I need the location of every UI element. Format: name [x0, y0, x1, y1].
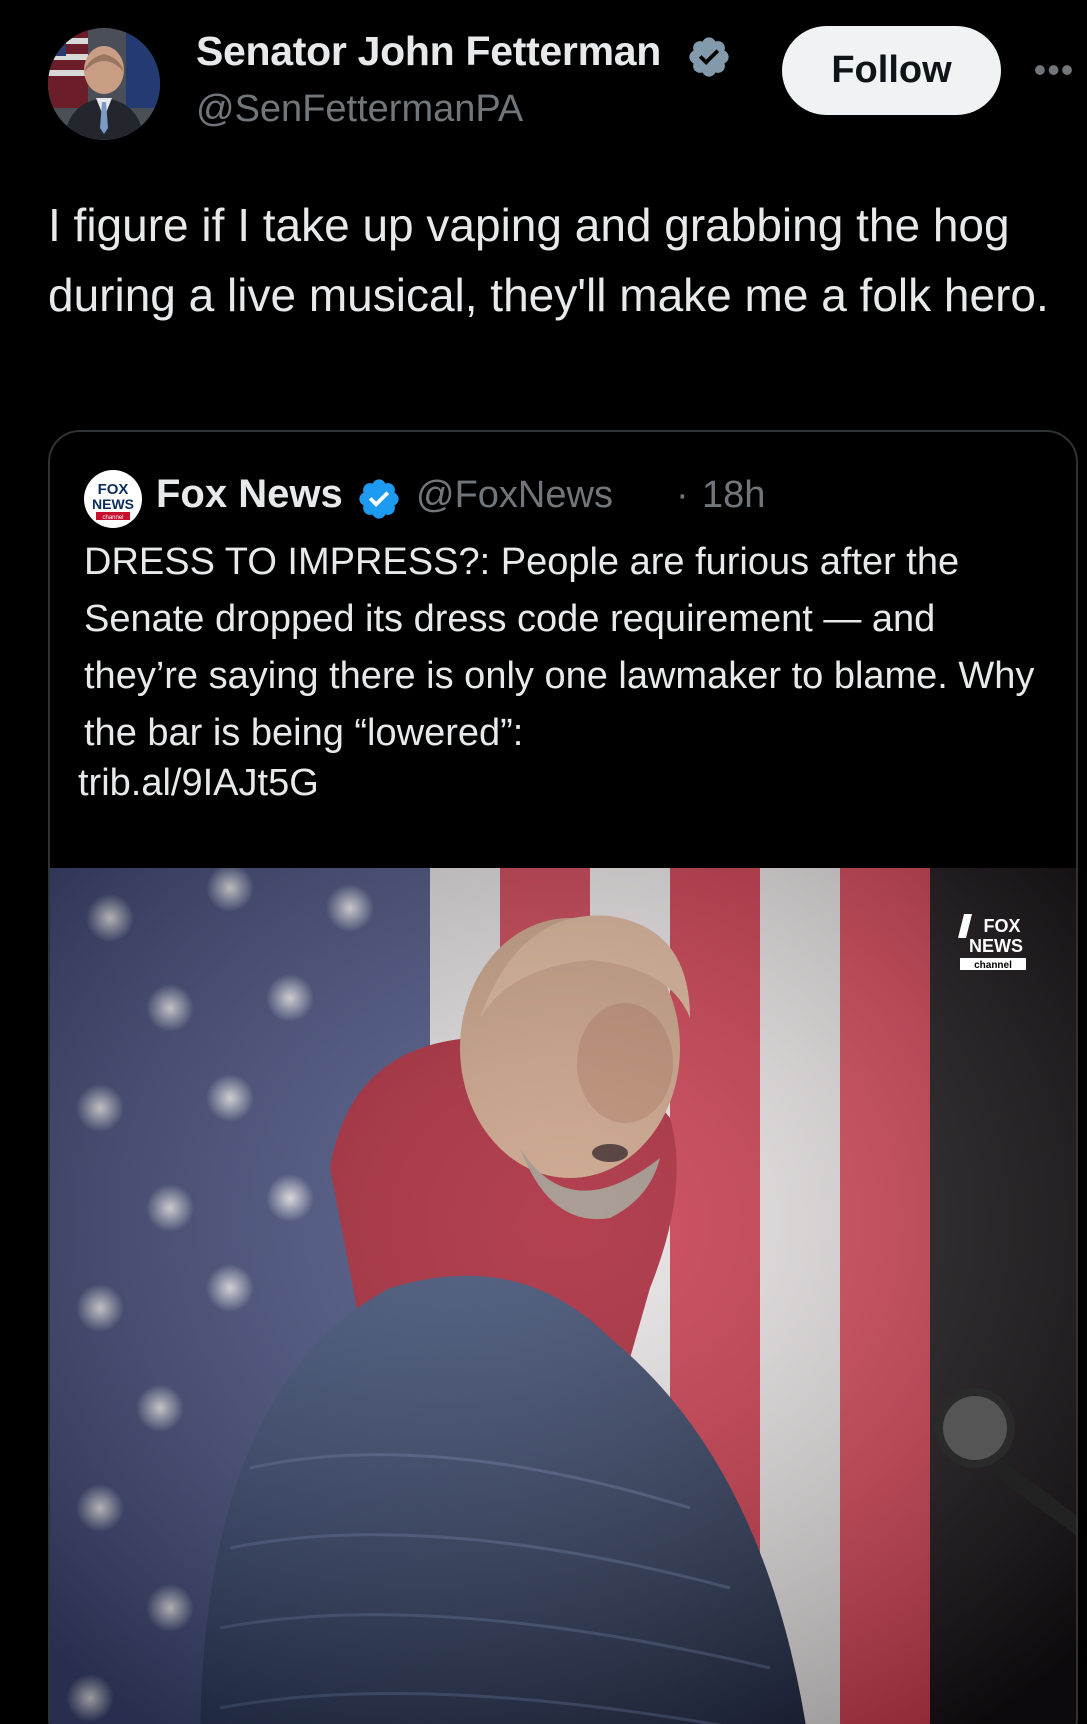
- author-handle[interactable]: @SenFettermanPA: [196, 88, 523, 131]
- tweet-text: I figure if I take up vaping and grabbin…: [48, 199, 1049, 321]
- meta-separator: ·: [676, 474, 689, 516]
- verified-badge-icon: [689, 37, 729, 77]
- quoted-tweet-link[interactable]: trib.al/9IAJt5G: [78, 762, 319, 805]
- more-options-icon[interactable]: •••: [1030, 48, 1078, 92]
- verified-badge-icon: [359, 479, 399, 519]
- tweet-header: Senator John Fetterman @SenFettermanPA F…: [0, 0, 1087, 160]
- quoted-media-image[interactable]: FOX NEWS channel: [50, 868, 1076, 1724]
- fox-news-watermark-icon: FOX NEWS channel: [958, 914, 1026, 971]
- svg-text:NEWS: NEWS: [92, 496, 134, 512]
- quoted-tweet[interactable]: FOX NEWS channel Fox News @FoxNews · 18h…: [48, 430, 1078, 1724]
- author-avatar[interactable]: [48, 28, 160, 140]
- svg-text:NEWS: NEWS: [969, 936, 1023, 956]
- quoted-tweet-text: DRESS TO IMPRESS?: People are furious af…: [84, 541, 1035, 754]
- quoted-timestamp[interactable]: 18h: [702, 474, 765, 517]
- quoted-author-handle[interactable]: @FoxNews: [416, 474, 613, 517]
- author-name[interactable]: Senator John Fetterman: [196, 28, 661, 75]
- fox-news-logo-icon: FOX NEWS channel: [84, 470, 142, 528]
- svg-text:channel: channel: [102, 515, 123, 521]
- follow-button[interactable]: Follow: [782, 26, 1001, 115]
- quoted-author-name[interactable]: Fox News: [156, 472, 343, 517]
- svg-text:channel: channel: [974, 960, 1012, 971]
- svg-text:FOX: FOX: [983, 916, 1020, 936]
